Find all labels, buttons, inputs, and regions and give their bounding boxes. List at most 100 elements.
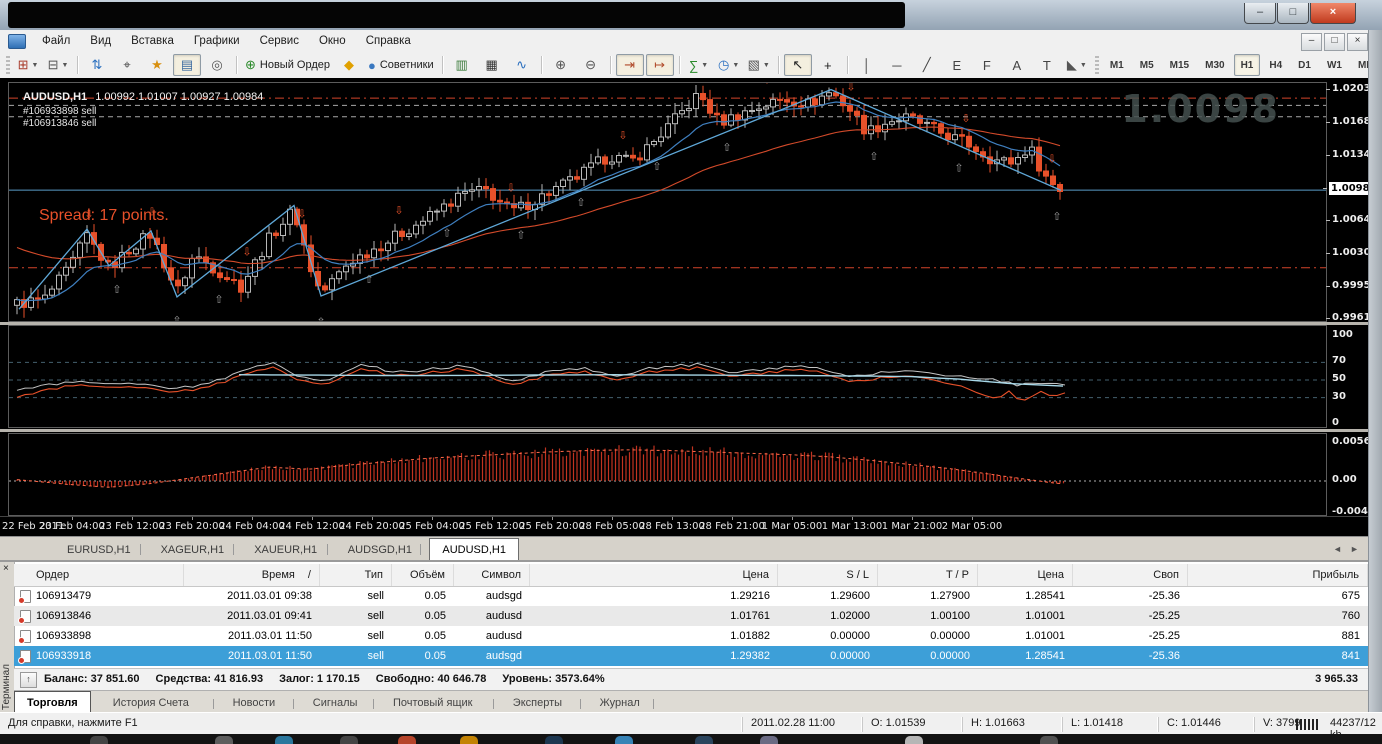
timeframe-m30-button[interactable]: M30: [1198, 54, 1231, 76]
timeframe-w1-button[interactable]: W1: [1320, 54, 1349, 76]
summary-expand-icon[interactable]: ↑: [20, 672, 37, 688]
mdi-minimize-button[interactable]: –: [1301, 33, 1322, 51]
chart-shift-button[interactable]: ↦: [646, 54, 674, 76]
fibonacci-button[interactable]: F: [973, 54, 1001, 76]
column-header-2[interactable]: Тип: [320, 564, 392, 586]
column-header-7[interactable]: T / P: [878, 564, 978, 586]
column-header-0[interactable]: Ордер: [14, 564, 184, 586]
column-header-6[interactable]: S / L: [778, 564, 878, 586]
text-label-button[interactable]: T: [1033, 54, 1061, 76]
candlestick-chart-button[interactable]: ▦: [478, 54, 506, 76]
profiles-button[interactable]: ⊟▼: [44, 54, 72, 76]
terminal-tab-4[interactable]: Почтовый ящик: [381, 693, 484, 714]
taskbar-app-icon[interactable]: [460, 736, 478, 744]
timeframe-d1-button[interactable]: D1: [1291, 54, 1318, 76]
timeframe-m1-button[interactable]: M1: [1103, 54, 1131, 76]
menu-1[interactable]: Вид: [80, 31, 121, 52]
tabs-scroll-left-button[interactable]: ◄: [1330, 542, 1345, 557]
periods-button[interactable]: ◷▼: [715, 54, 743, 76]
indicator1-panel[interactable]: [8, 325, 1327, 428]
taskbar-app-icon[interactable]: [90, 736, 108, 744]
panel-separator[interactable]: [0, 429, 1368, 432]
terminal-tab-6[interactable]: Журнал: [588, 693, 652, 714]
column-header-9[interactable]: Своп: [1073, 564, 1188, 586]
timeframe-h1-button[interactable]: H1: [1234, 54, 1261, 76]
vertical-line-button[interactable]: │: [853, 54, 881, 76]
arrows-button[interactable]: ◣▼: [1063, 54, 1091, 76]
data-window-button[interactable]: ⌖: [113, 54, 141, 76]
expert-advisors-button[interactable]: ●Советники: [365, 54, 437, 76]
chart-tab-xaueur[interactable]: XAUEUR,H1: [242, 540, 329, 560]
column-header-3[interactable]: Объём: [392, 564, 454, 586]
taskbar-app-icon[interactable]: [275, 736, 293, 744]
menu-2[interactable]: Вставка: [121, 31, 184, 52]
order-row-106933918[interactable]: 1069339182011.03.01 11:50sell0.05audsgd1…: [14, 646, 1368, 666]
column-header-4[interactable]: Символ: [454, 564, 530, 586]
terminal-toggle-button[interactable]: ▤: [173, 54, 201, 76]
metaeditor-button[interactable]: ◆: [335, 54, 363, 76]
os-taskbar-sliver[interactable]: [0, 734, 1382, 744]
column-header-5[interactable]: Цена: [530, 564, 778, 586]
equidistant-channel-button[interactable]: E: [943, 54, 971, 76]
menu-3[interactable]: Графики: [184, 31, 250, 52]
taskbar-app-icon[interactable]: [545, 736, 563, 744]
taskbar-app-icon[interactable]: [760, 736, 778, 744]
indicators-button[interactable]: ∑▼: [685, 54, 713, 76]
zoom-in-button[interactable]: ⊕: [547, 54, 575, 76]
menu-0[interactable]: Файл: [32, 31, 80, 52]
crosshair-button[interactable]: +: [814, 54, 842, 76]
templates-button[interactable]: ▧▼: [745, 54, 773, 76]
taskbar-app-icon[interactable]: [215, 736, 233, 744]
restore-button[interactable]: □: [1277, 3, 1309, 24]
menu-6[interactable]: Справка: [356, 31, 421, 52]
column-header-8[interactable]: Цена: [978, 564, 1073, 586]
close-button[interactable]: ×: [1310, 3, 1356, 24]
chart-tab-eurusd[interactable]: EURUSD,H1: [55, 540, 143, 560]
timeframe-h4-button[interactable]: H4: [1262, 54, 1289, 76]
zoom-out-button[interactable]: ⊖: [577, 54, 605, 76]
horizontal-line-button[interactable]: ─: [883, 54, 911, 76]
auto-scroll-button[interactable]: ⇥: [616, 54, 644, 76]
terminal-tab-5[interactable]: Эксперты: [501, 693, 574, 714]
tabs-scroll-right-button[interactable]: ►: [1347, 542, 1362, 557]
window-right-border[interactable]: [1368, 30, 1382, 712]
column-header-10[interactable]: Прибыль: [1188, 564, 1368, 586]
terminal-tab-1[interactable]: История Счета: [101, 693, 201, 714]
taskbar-app-icon[interactable]: [1040, 736, 1058, 744]
title-bar[interactable]: –□×: [0, 0, 1382, 30]
taskbar-app-icon[interactable]: [340, 736, 358, 744]
new-chart-button[interactable]: ⊞▼: [14, 54, 42, 76]
taskbar-app-icon[interactable]: [398, 736, 416, 744]
order-row-106913479[interactable]: 1069134792011.03.01 09:38sell0.05audsgd1…: [14, 586, 1368, 606]
terminal-tab-3[interactable]: Сигналы: [301, 693, 370, 714]
taskbar-app-icon[interactable]: [905, 736, 923, 744]
order-row-106933898[interactable]: 1069338982011.03.01 11:50sell0.05audusd1…: [14, 626, 1368, 646]
navigator-button[interactable]: ★: [143, 54, 171, 76]
menu-5[interactable]: Окно: [309, 31, 356, 52]
strategy-tester-button[interactable]: ◎: [203, 54, 231, 76]
main-price-chart[interactable]: ⇩⇩⇩⇩⇩⇩⇩⇩⇩⇩⇩⇩⇧⇧⇧⇧⇧⇧⇧⇧⇧⇧⇧⇧⇧ AUDUSD,H11.009…: [8, 82, 1327, 322]
timeframe-m5-button[interactable]: M5: [1133, 54, 1161, 76]
order-row-106913846[interactable]: 1069138462011.03.01 09:41sell0.05audusd1…: [14, 606, 1368, 626]
mdi-restore-button[interactable]: □: [1324, 33, 1345, 51]
trendline-button[interactable]: ╱: [913, 54, 941, 76]
minimize-button[interactable]: –: [1244, 3, 1276, 24]
bar-chart-button[interactable]: ▥: [448, 54, 476, 76]
new-order-button[interactable]: ⊕Новый Ордер: [242, 54, 333, 76]
text-button[interactable]: A: [1003, 54, 1031, 76]
chart-tab-xageur[interactable]: XAGEUR,H1: [149, 540, 237, 560]
timeframe-m15-button[interactable]: M15: [1163, 54, 1196, 76]
column-header-1[interactable]: Время /: [184, 564, 320, 586]
mdi-close-button[interactable]: ×: [1347, 33, 1368, 51]
terminal-close-icon[interactable]: ×: [3, 564, 9, 574]
taskbar-app-icon[interactable]: [615, 736, 633, 744]
cursor-button[interactable]: ↖: [784, 54, 812, 76]
menu-4[interactable]: Сервис: [250, 31, 309, 52]
taskbar-app-icon[interactable]: [695, 736, 713, 744]
indicator2-panel[interactable]: [8, 433, 1327, 516]
time-axis[interactable]: 22 Feb 201123 Feb 04:0023 Feb 12:0023 Fe…: [0, 516, 1368, 537]
chart-tab-audusd[interactable]: AUDUSD,H1: [429, 538, 519, 562]
chart-tab-audsgd[interactable]: AUDSGD,H1: [336, 540, 424, 560]
market-watch-button[interactable]: ⇅: [83, 54, 111, 76]
line-chart-button[interactable]: ∿: [508, 54, 536, 76]
